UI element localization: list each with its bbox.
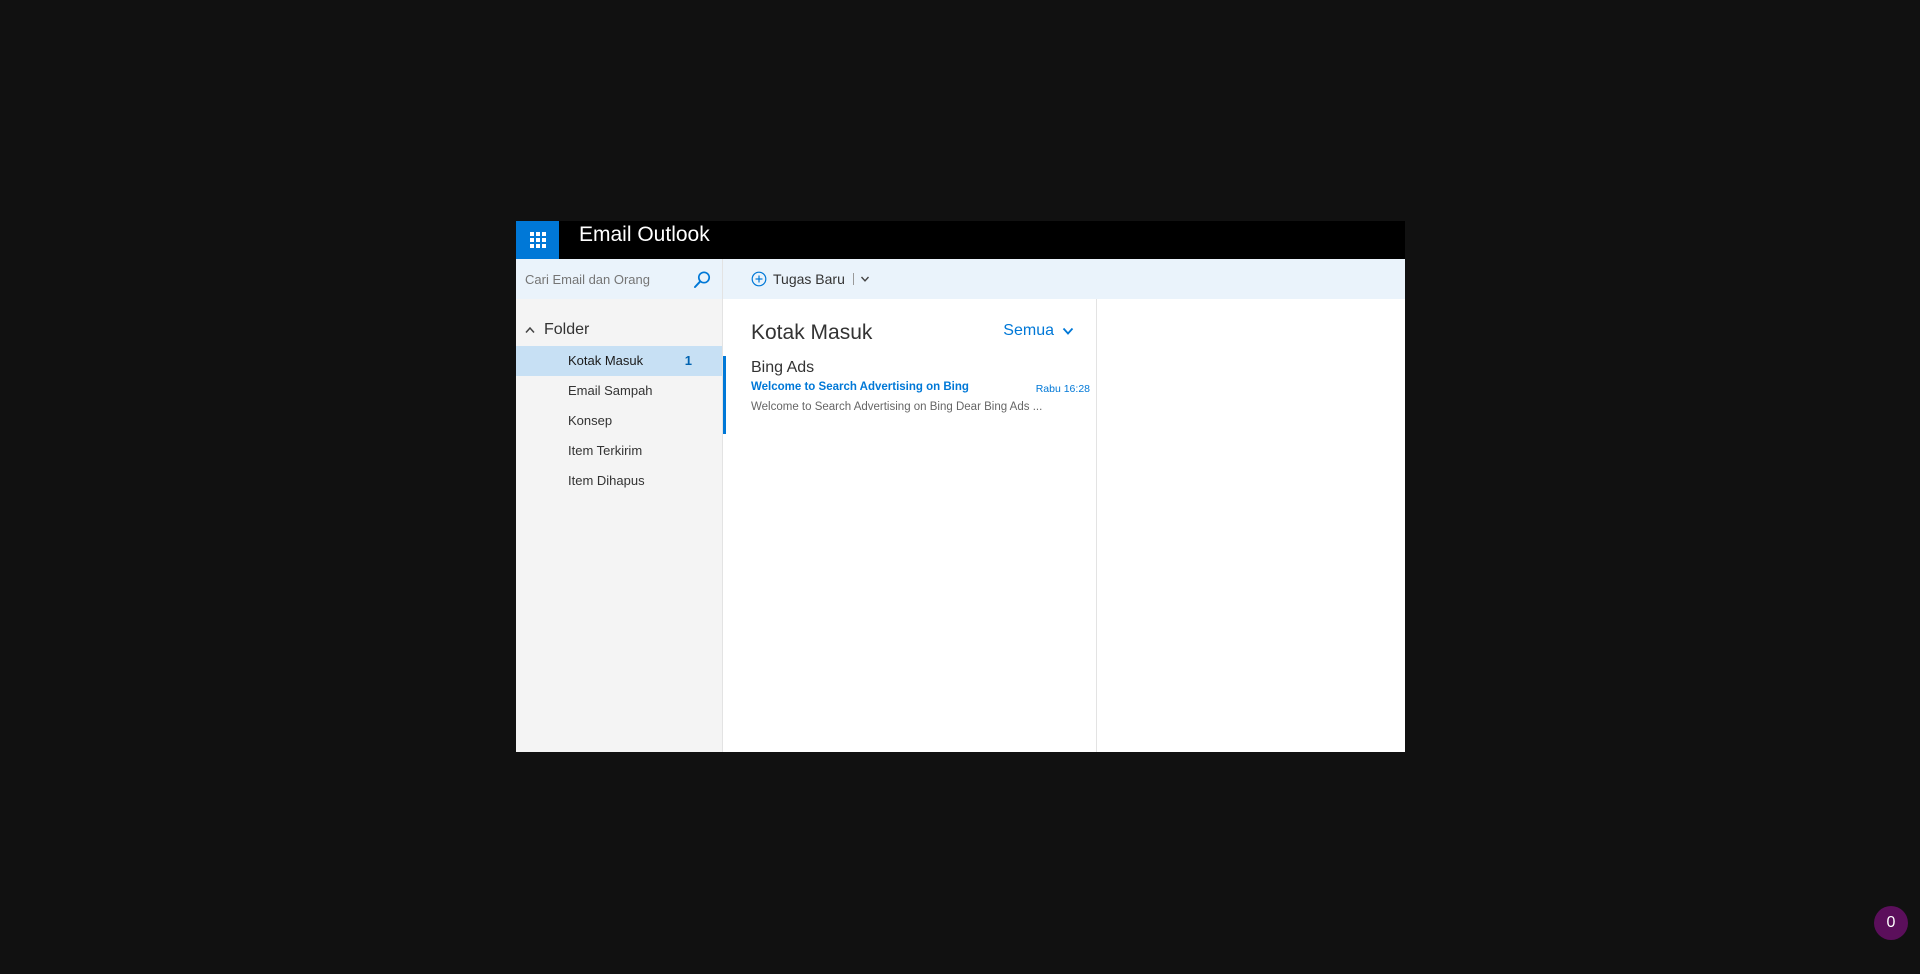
sidebar-item-item-terkirim[interactable]: Item Terkirim [516,436,722,466]
notification-badge[interactable]: 0 [1874,906,1908,940]
new-task-button[interactable]: Tugas Baru [751,271,845,287]
top-bar: Email Outlook [516,221,1405,259]
message-list: Kotak Masuk Semua Bing Ads Welcome to Se… [723,299,1097,752]
message-time: Rabu 16:28 [1035,383,1090,395]
reading-pane [1097,299,1405,752]
folder-section-label: Folder [544,321,590,338]
new-task-group: Tugas Baru [751,269,870,289]
chevron-up-icon [525,326,535,333]
toolbar-divider [852,273,854,285]
folder-section-toggle[interactable]: Folder [524,320,589,340]
new-task-label: Tugas Baru [773,271,845,287]
message-subject: Welcome to Search Advertising on Bing [751,381,969,393]
waffle-icon [529,232,546,248]
search-icon[interactable] [692,270,712,290]
sidebar-item-label: Item Dihapus [568,473,645,488]
plus-circle-icon [751,271,767,287]
sidebar-item-label: Konsep [568,413,613,428]
filter-label: Semua [1003,322,1054,339]
command-bar: Tugas Baru [723,259,1405,299]
new-task-dropdown-button[interactable] [860,274,870,284]
message-preview: Welcome to Search Advertising on Bing De… [751,401,1043,413]
outlook-window: Email Outlook Folder Kotak Masuk 1 Email… [516,221,1405,752]
folder-pane: Folder Kotak Masuk 1 Email Sampah Konsep… [516,259,723,752]
app-title: Email Outlook [579,223,710,246]
filter-dropdown[interactable]: Semua [1003,322,1074,340]
unread-indicator [723,356,726,434]
sidebar-item-label: Email Sampah [568,383,653,398]
folder-title: Kotak Masuk [751,321,873,344]
app-launcher-button[interactable] [516,221,559,259]
search-box [516,259,722,299]
sidebar-item-item-dihapus[interactable]: Item Dihapus [516,466,722,496]
sidebar-item-konsep[interactable]: Konsep [516,406,722,436]
message-sender: Bing Ads [751,359,815,376]
sidebar-item-label: Kotak Masuk [568,353,644,368]
message-item[interactable]: Bing Ads Welcome to Search Advertising o… [723,356,1096,434]
sidebar-item-label: Item Terkirim [568,443,643,458]
unread-count-badge: 1 [684,353,692,368]
chevron-down-icon [860,276,869,282]
chevron-down-icon [1062,327,1074,335]
search-input[interactable] [525,269,685,289]
sidebar-item-email-sampah[interactable]: Email Sampah [516,376,722,406]
folder-list: Kotak Masuk 1 Email Sampah Konsep Item T… [516,346,722,496]
sidebar-item-kotak-masuk[interactable]: Kotak Masuk 1 [516,346,722,376]
